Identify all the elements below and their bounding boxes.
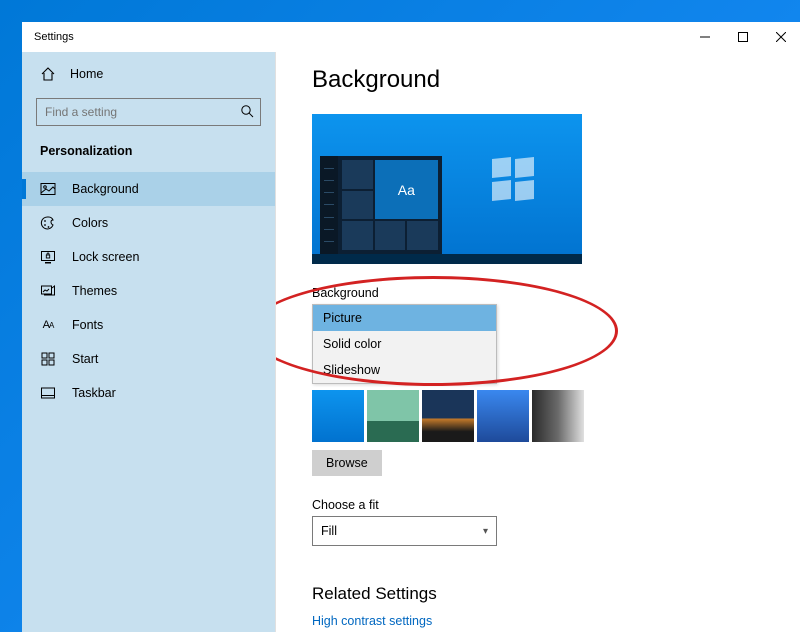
sidebar-item-fonts[interactable]: AA Fonts: [22, 308, 275, 342]
maximize-button[interactable]: [724, 22, 762, 52]
sidebar-item-label: Colors: [72, 216, 108, 230]
desktop-preview: Aa: [312, 114, 582, 264]
close-icon: [776, 32, 786, 42]
sidebar-item-label: Lock screen: [72, 250, 139, 264]
picture-thumbnails: [312, 390, 764, 442]
fit-label: Choose a fit: [312, 498, 764, 512]
maximize-icon: [738, 32, 748, 42]
background-thumbnail[interactable]: [477, 390, 529, 442]
titlebar: Settings: [22, 22, 800, 52]
browse-button[interactable]: Browse: [312, 450, 382, 476]
search-input[interactable]: [36, 98, 261, 126]
sidebar-item-start[interactable]: Start: [22, 342, 275, 376]
picture-icon: [40, 181, 56, 197]
home-icon: [40, 66, 56, 82]
window-title: Settings: [34, 31, 74, 43]
sidebar-item-label: Taskbar: [72, 386, 116, 400]
section-title: Personalization: [22, 140, 275, 172]
background-thumbnail[interactable]: [422, 390, 474, 442]
preview-taskbar: [312, 254, 582, 264]
dropdown-option-picture[interactable]: Picture: [313, 305, 496, 331]
background-thumbnail[interactable]: [312, 390, 364, 442]
home-link[interactable]: Home: [22, 58, 275, 90]
themes-icon: [40, 283, 56, 299]
sidebar-item-background[interactable]: Background: [22, 172, 275, 206]
settings-window: Settings Home: [22, 22, 800, 632]
background-dropdown[interactable]: Picture Solid color Slideshow: [312, 304, 497, 384]
related-settings-heading: Related Settings: [312, 584, 764, 604]
home-label: Home: [70, 67, 103, 81]
sidebar-item-lock-screen[interactable]: Lock screen: [22, 240, 275, 274]
minimize-button[interactable]: [686, 22, 724, 52]
sidebar-item-themes[interactable]: Themes: [22, 274, 275, 308]
close-button[interactable]: [762, 22, 800, 52]
sidebar-item-label: Background: [72, 182, 139, 196]
dropdown-option-solid-color[interactable]: Solid color: [313, 331, 496, 357]
taskbar-icon: [40, 385, 56, 401]
link-high-contrast-settings[interactable]: High contrast settings: [312, 614, 764, 628]
dropdown-option-slideshow[interactable]: Slideshow: [313, 357, 496, 383]
sidebar-item-label: Themes: [72, 284, 117, 298]
window-controls: [686, 22, 800, 52]
start-icon: [40, 351, 56, 367]
chevron-down-icon: ▾: [483, 526, 488, 537]
content-area: Background Aa Background: [275, 52, 800, 632]
sidebar-item-taskbar[interactable]: Taskbar: [22, 376, 275, 410]
window-body: Home Personalization Background Colors L…: [22, 52, 800, 632]
sidebar-item-label: Start: [72, 352, 98, 366]
preview-start-menu: Aa: [320, 156, 442, 254]
sidebar-item-colors[interactable]: Colors: [22, 206, 275, 240]
palette-icon: [40, 215, 56, 231]
windows-logo-icon: [492, 158, 534, 200]
background-dropdown-label: Background: [312, 286, 764, 300]
sidebar: Home Personalization Background Colors L…: [22, 52, 275, 632]
sidebar-item-label: Fonts: [72, 318, 103, 332]
fit-dropdown-value: Fill: [321, 524, 337, 538]
search-icon: [240, 104, 254, 118]
minimize-icon: [700, 32, 710, 42]
fit-dropdown[interactable]: Fill ▾: [312, 516, 497, 546]
search-box[interactable]: [36, 98, 261, 126]
fonts-icon: AA: [40, 317, 56, 333]
lock-screen-icon: [40, 249, 56, 265]
preview-accent-tile: Aa: [375, 160, 438, 219]
page-title: Background: [312, 66, 764, 94]
background-thumbnail[interactable]: [532, 390, 584, 442]
background-thumbnail[interactable]: [367, 390, 419, 442]
